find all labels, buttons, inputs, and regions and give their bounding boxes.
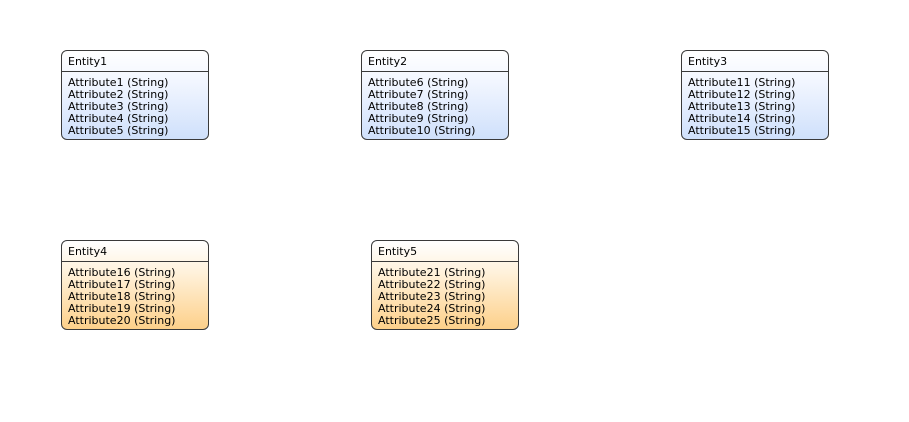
entity-title: Entity5: [372, 241, 518, 262]
entity-attributes: Attribute11 (String) Attribute12 (String…: [682, 72, 828, 137]
entity-attributes: Attribute21 (String) Attribute22 (String…: [372, 262, 518, 327]
entity-attributes: Attribute16 (String) Attribute17 (String…: [62, 262, 208, 327]
attribute-item: Attribute10 (String): [368, 124, 476, 137]
attribute-item: Attribute5 (String): [68, 124, 169, 137]
entity-title: Entity2: [362, 51, 508, 72]
attribute-item: Attribute15 (String): [688, 124, 796, 137]
attribute-item: Attribute20 (String): [68, 314, 176, 327]
entity-title: Entity3: [682, 51, 828, 72]
entity-attributes: Attribute6 (String) Attribute7 (String) …: [362, 72, 508, 137]
entity-box-3[interactable]: Entity3 Attribute11 (String) Attribute12…: [681, 50, 829, 140]
entity-box-4[interactable]: Entity4 Attribute16 (String) Attribute17…: [61, 240, 209, 330]
entity-box-2[interactable]: Entity2 Attribute6 (String) Attribute7 (…: [361, 50, 509, 140]
entity-box-5[interactable]: Entity5 Attribute21 (String) Attribute22…: [371, 240, 519, 330]
entity-box-1[interactable]: Entity1 Attribute1 (String) Attribute2 (…: [61, 50, 209, 140]
entity-title: Entity4: [62, 241, 208, 262]
attribute-item: Attribute25 (String): [378, 314, 486, 327]
entity-title: Entity1: [62, 51, 208, 72]
entity-attributes: Attribute1 (String) Attribute2 (String) …: [62, 72, 208, 137]
diagram-canvas: Entity1 Attribute1 (String) Attribute2 (…: [0, 0, 909, 422]
